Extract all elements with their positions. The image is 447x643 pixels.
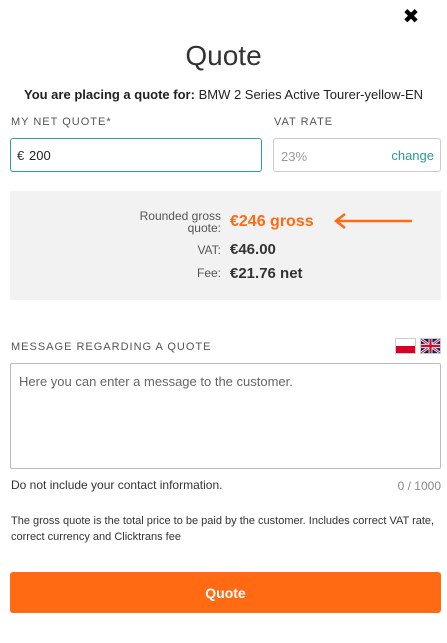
vat-amount-label: VAT: [197,243,221,257]
currency-symbol: € [17,148,25,163]
modal-title: Quote [185,40,262,71]
quote-subtitle: You are placing a quote for: BMW 2 Serie… [0,87,447,102]
change-vat-link[interactable]: change [391,148,434,163]
net-quote-label: MY NET QUOTE* [11,116,112,128]
vat-rate-label: VAT RATE [274,116,334,128]
vat-rate-value: 23% [281,149,308,164]
vat-rate-field: 23% change [273,138,441,172]
vat-amount-value: €46.00 [230,241,276,258]
contact-info-hint: Do not include your contact information. [11,478,223,492]
subtitle-product: BMW 2 Series Active Tourer-yellow-EN [198,87,423,102]
flag-pl-icon[interactable] [395,338,416,354]
message-label: MESSAGE REGARDING A QUOTE [11,341,212,353]
fee-value: €21.76 net [230,265,303,282]
subtitle-prefix: You are placing a quote for: [23,87,195,102]
net-quote-field[interactable]: € [10,138,262,172]
fee-label: Fee: [196,266,221,280]
quote-submit-button[interactable]: Quote [10,572,441,613]
gross-quote-label: Rounded gross quote: [139,209,221,235]
flag-uk-icon[interactable] [420,338,441,354]
gross-quote-value: €246 gross [230,213,314,230]
message-textarea[interactable] [10,363,441,469]
arrow-left-icon [333,213,412,229]
gross-quote-info: The gross quote is the total price to be… [11,515,435,543]
character-counter: 0 / 1000 [397,479,441,493]
quote-summary: Rounded gross quote: €246 gross VAT: €46… [10,191,441,300]
net-quote-input[interactable] [29,145,249,165]
language-flags [395,338,441,354]
close-icon[interactable]: ✖ [399,5,423,29]
